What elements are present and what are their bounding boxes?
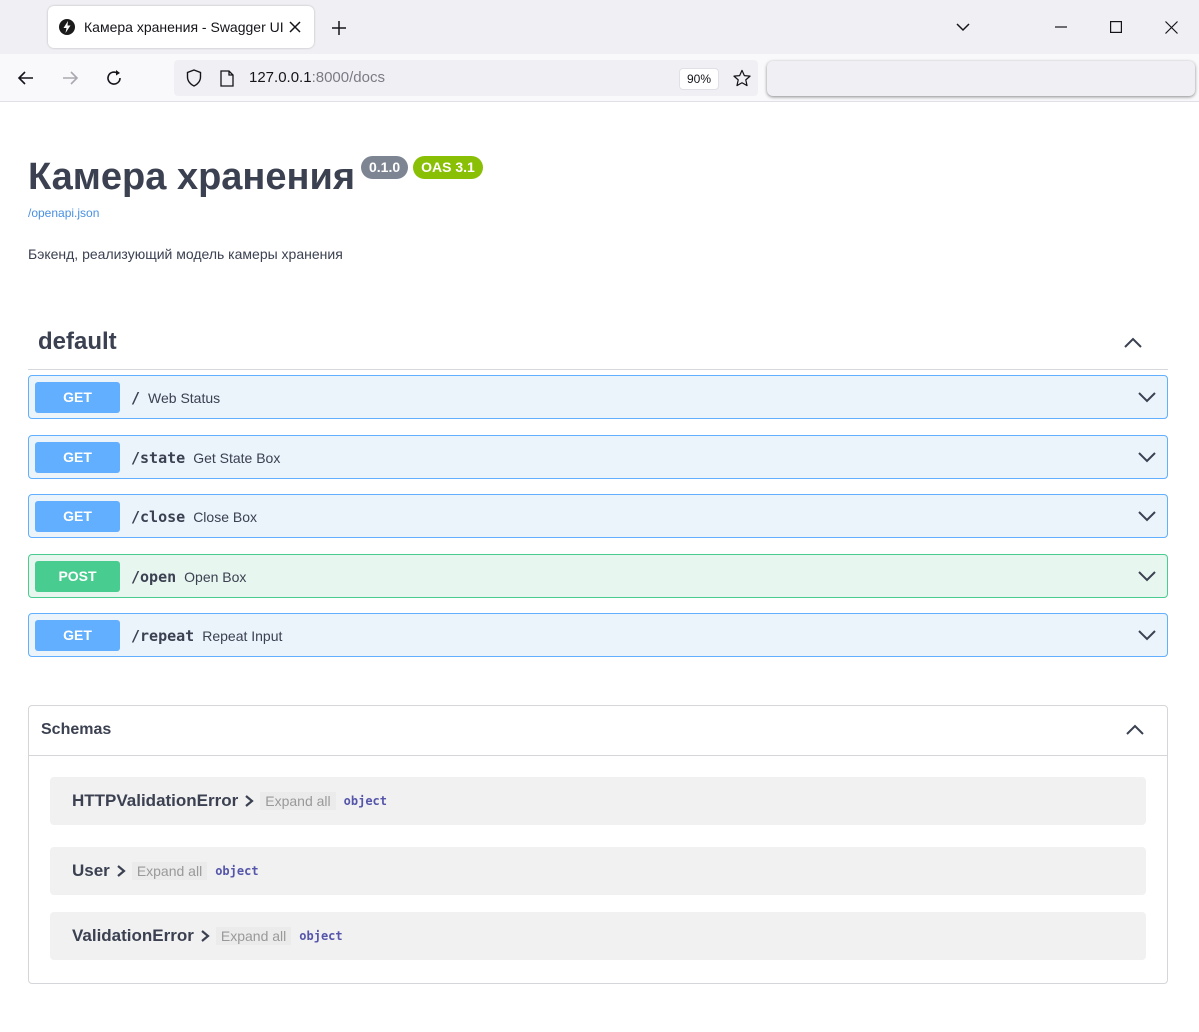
- chevron-down-icon[interactable]: [1137, 566, 1157, 586]
- path-text: /: [131, 389, 141, 407]
- operation-path: / Web Status: [131, 389, 220, 407]
- api-title: Камера хранения: [28, 156, 355, 198]
- path-text: /open: [131, 568, 177, 586]
- close-window-icon[interactable]: [1158, 14, 1184, 40]
- model-httpvalidationerror[interactable]: HTTPValidationError Expand all object: [50, 777, 1146, 825]
- schemas-title: Schemas: [41, 721, 112, 738]
- method-badge: GET: [35, 501, 120, 532]
- chevron-right-icon[interactable]: [114, 864, 128, 878]
- url-bar[interactable]: 127.0.0.1:8000/docs 90%: [174, 60, 758, 96]
- tab-list-chevron-icon[interactable]: [950, 14, 976, 40]
- shield-icon[interactable]: [185, 69, 203, 87]
- path-text: /state: [131, 449, 186, 467]
- operation-path: /state Get State Box: [131, 449, 280, 467]
- maximize-icon[interactable]: [1103, 14, 1129, 40]
- tab-bar: Камера хранения - Swagger UI: [0, 0, 1199, 54]
- operation-summary: Repeat Input: [202, 628, 283, 644]
- page-icon[interactable]: [218, 69, 236, 87]
- navigation-bar: 127.0.0.1:8000/docs 90%: [0, 54, 1199, 102]
- chevron-right-icon[interactable]: [198, 929, 212, 943]
- url-text[interactable]: 127.0.0.1:8000/docs: [249, 69, 385, 86]
- model-type: object: [299, 929, 343, 943]
- bookmark-star-icon[interactable]: [733, 69, 751, 87]
- search-box[interactable]: [767, 61, 1195, 96]
- swagger-favicon-icon: [59, 19, 75, 35]
- model-row: ValidationError Expand all object: [72, 926, 343, 946]
- chevron-down-icon[interactable]: [1137, 447, 1157, 467]
- openapi-json-link[interactable]: /openapi.json: [28, 206, 99, 220]
- operation-get-close[interactable]: GET /close Close Box: [28, 494, 1168, 538]
- url-path: :8000/docs: [311, 69, 385, 86]
- tab-title: Камера хранения - Swagger UI: [84, 19, 284, 35]
- schemas-section: Schemas HTTPValidationError Expand all o…: [28, 705, 1168, 984]
- model-type: object: [343, 794, 387, 808]
- operation-post-open[interactable]: POST /open Open Box: [28, 554, 1168, 598]
- tag-name: default: [38, 328, 117, 355]
- reload-icon[interactable]: [102, 66, 126, 90]
- minimize-icon[interactable]: [1048, 14, 1074, 40]
- back-icon[interactable]: [14, 66, 38, 90]
- operation-summary: Close Box: [193, 509, 257, 525]
- version-badge: 0.1.0: [361, 156, 409, 179]
- chevron-down-icon[interactable]: [1137, 506, 1157, 526]
- operation-path: /close Close Box: [131, 508, 257, 526]
- path-text: /close: [131, 508, 186, 526]
- tag-section-default[interactable]: default: [28, 312, 1168, 370]
- operation-summary: Web Status: [148, 390, 221, 406]
- expand-all-button[interactable]: Expand all: [260, 792, 336, 810]
- operation-summary: Get State Box: [193, 450, 281, 466]
- operation-get-state[interactable]: GET /state Get State Box: [28, 435, 1168, 479]
- expand-all-button[interactable]: Expand all: [131, 862, 208, 880]
- model-row: User Expand all object: [72, 861, 259, 881]
- operation-get-repeat[interactable]: GET /repeat Repeat Input: [28, 613, 1168, 657]
- schemas-header[interactable]: Schemas: [29, 706, 1167, 756]
- model-user[interactable]: User Expand all object: [50, 847, 1146, 895]
- new-tab-icon[interactable]: [328, 17, 350, 39]
- chevron-up-icon[interactable]: [1122, 332, 1144, 354]
- method-badge: GET: [35, 620, 120, 651]
- model-name: HTTPValidationError: [72, 791, 239, 810]
- chevron-up-icon[interactable]: [1124, 719, 1146, 741]
- chevron-down-icon[interactable]: [1137, 387, 1157, 407]
- api-description: Бэкенд, реализующий модель камеры хранен…: [28, 246, 343, 262]
- method-badge: POST: [35, 561, 120, 592]
- chevron-right-icon[interactable]: [242, 794, 256, 808]
- tab-close-icon[interactable]: [286, 18, 304, 36]
- forward-icon[interactable]: [58, 66, 82, 90]
- chevron-down-icon[interactable]: [1137, 625, 1157, 645]
- method-badge: GET: [35, 442, 120, 473]
- operation-path: /open Open Box: [131, 568, 246, 586]
- model-name: User: [72, 861, 110, 880]
- oas-badge: OAS 3.1: [413, 156, 483, 179]
- browser-tab[interactable]: Камера хранения - Swagger UI: [48, 6, 314, 48]
- model-name: ValidationError: [72, 926, 194, 945]
- url-host: 127.0.0.1: [249, 69, 312, 86]
- zoom-level[interactable]: 90%: [679, 68, 720, 90]
- model-validationerror[interactable]: ValidationError Expand all object: [50, 912, 1146, 960]
- api-header: Камера хранения 0.1.0 OAS 3.1: [28, 154, 483, 200]
- expand-all-button[interactable]: Expand all: [215, 927, 292, 945]
- model-type: object: [215, 864, 259, 878]
- path-text: /repeat: [131, 627, 195, 645]
- operation-summary: Open Box: [184, 569, 247, 585]
- model-row: HTTPValidationError Expand all object: [72, 791, 387, 811]
- method-badge: GET: [35, 382, 120, 413]
- operation-get-root[interactable]: GET / Web Status: [28, 375, 1168, 419]
- operation-path: /repeat Repeat Input: [131, 627, 282, 645]
